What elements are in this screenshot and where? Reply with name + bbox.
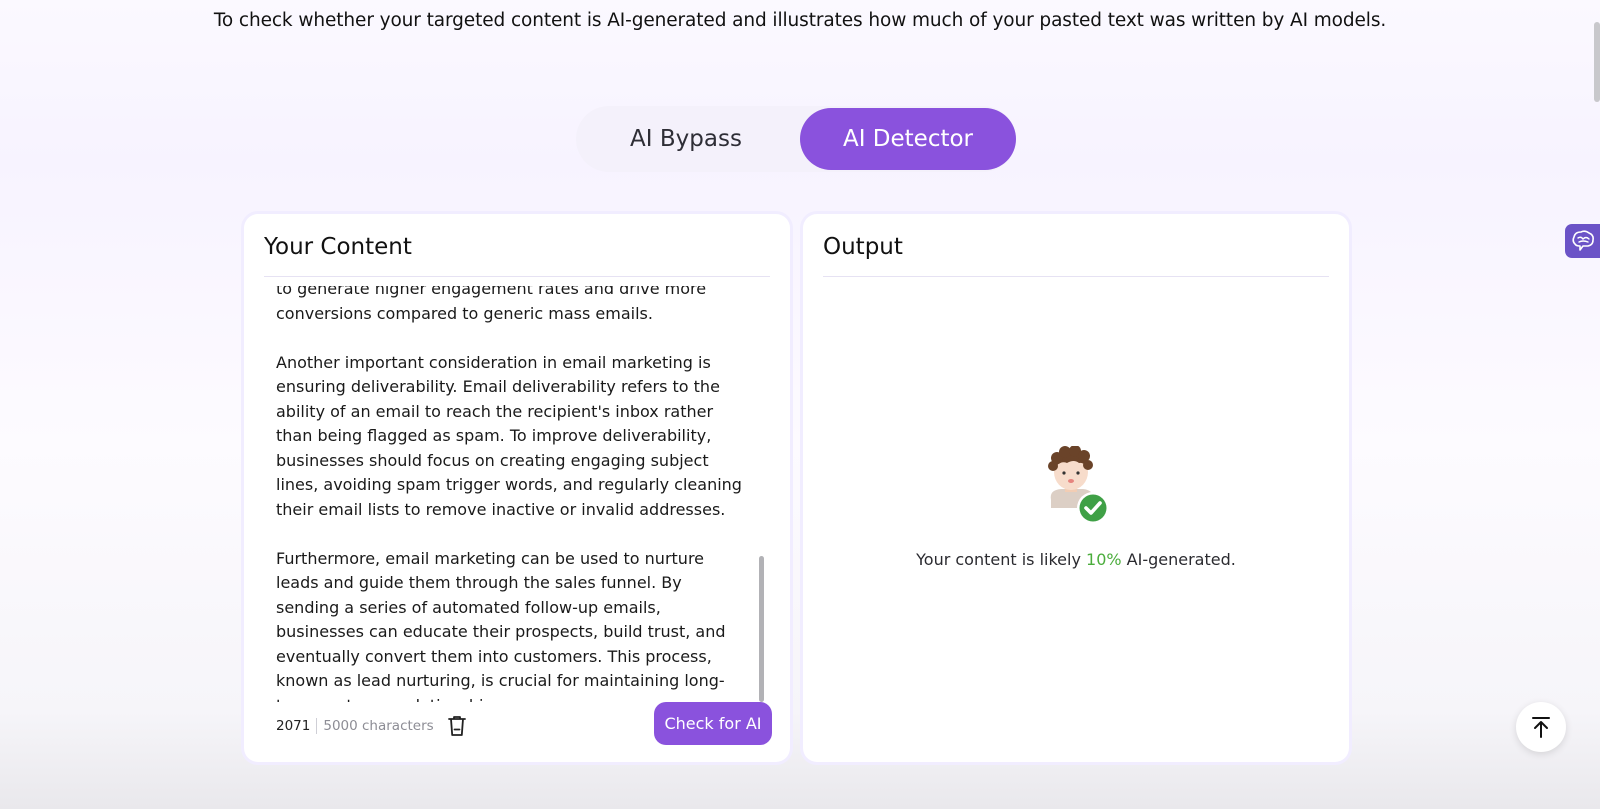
divider — [823, 276, 1329, 277]
brain-icon[interactable] — [1565, 224, 1600, 258]
mode-tabs: AI Bypass AI Detector — [576, 106, 1016, 172]
character-counter: 2071 5000 characters — [276, 716, 434, 736]
check-for-ai-button[interactable]: Check for AI — [654, 702, 772, 745]
content-paragraph: Another important consideration in email… — [276, 352, 742, 519]
output-panel: Output Your content is likely 10% AI-gen… — [803, 214, 1349, 762]
result-suffix: AI-generated. — [1121, 550, 1236, 569]
trash-icon[interactable] — [446, 714, 468, 738]
tab-ai-bypass[interactable]: AI Bypass — [576, 108, 796, 170]
page-subtitle: To check whether your targeted content i… — [213, 10, 1387, 31]
char-count: 2071 — [276, 718, 318, 734]
divider — [264, 276, 770, 277]
result-prefix: Your content is likely — [916, 550, 1087, 569]
detection-result: Your content is likely 10% AI-generated. — [803, 550, 1349, 569]
tab-ai-detector[interactable]: AI Detector — [800, 108, 1016, 170]
arrow-to-top-icon[interactable] — [1516, 702, 1566, 752]
content-paragraph: Furthermore, email marketing can be used… — [276, 548, 726, 703]
content-scrollbar[interactable] — [759, 556, 764, 702]
content-paragraph: to generate higher engagement rates and … — [276, 286, 707, 323]
avatar-check-icon — [1041, 445, 1115, 530]
result-percent: 10% — [1086, 550, 1122, 569]
page-scrollbar[interactable] — [1594, 22, 1600, 102]
content-panel: Your Content to generate higher engageme… — [244, 214, 790, 762]
content-panel-title: Your Content — [264, 234, 412, 260]
content-textarea[interactable]: to generate higher engagement rates and … — [276, 286, 746, 702]
output-panel-title: Output — [823, 234, 903, 260]
char-limit: 5000 characters — [323, 718, 434, 734]
